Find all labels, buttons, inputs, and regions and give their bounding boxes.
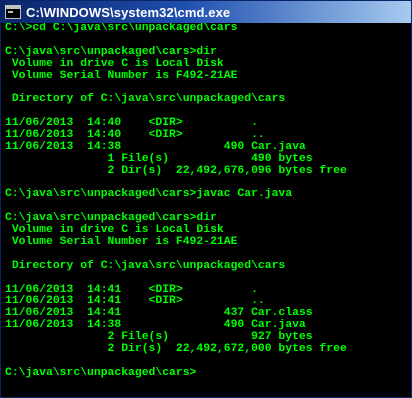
console-line: C:\>cd C:\java\src\unpackaged\cars	[5, 23, 238, 34]
console-line: C:\java\src\unpackaged\cars>javac Car.ja…	[5, 188, 293, 201]
console-line: Volume Serial Number is F492-21AE	[5, 69, 238, 82]
console-line: 2 Dir(s) 22,492,672,000 bytes free	[5, 343, 347, 356]
console-scrollbar[interactable]	[407, 23, 411, 397]
title-bar[interactable]: C:\WINDOWS\system32\cmd.exe	[1, 1, 411, 23]
console-output[interactable]: C:\>cd C:\java\src\unpackaged\cars C:\ja…	[5, 23, 407, 395]
window-title: C:\WINDOWS\system32\cmd.exe	[26, 4, 231, 20]
console-line: C:\java\src\unpackaged\cars>dir	[5, 45, 217, 58]
console-line: 2 Dir(s) 22,492,676,096 bytes free	[5, 164, 347, 177]
console-line: 1 File(s) 490 bytes	[5, 152, 313, 165]
console-line: Directory of C:\java\src\unpackaged\cars	[5, 93, 286, 106]
console-line: Directory of C:\java\src\unpackaged\cars	[5, 259, 286, 272]
console-prompt[interactable]: C:\java\src\unpackaged\cars>	[5, 367, 407, 380]
console-line: Volume in drive C is Local Disk	[5, 57, 224, 70]
cmd-window: C:\WINDOWS\system32\cmd.exe C:\>cd C:\ja…	[0, 0, 412, 398]
console-line: 11/06/2013 14:38 490 Car.java	[5, 140, 306, 153]
console-line: Volume Serial Number is F492-21AE	[5, 236, 238, 249]
console-app-icon[interactable]	[5, 5, 21, 19]
